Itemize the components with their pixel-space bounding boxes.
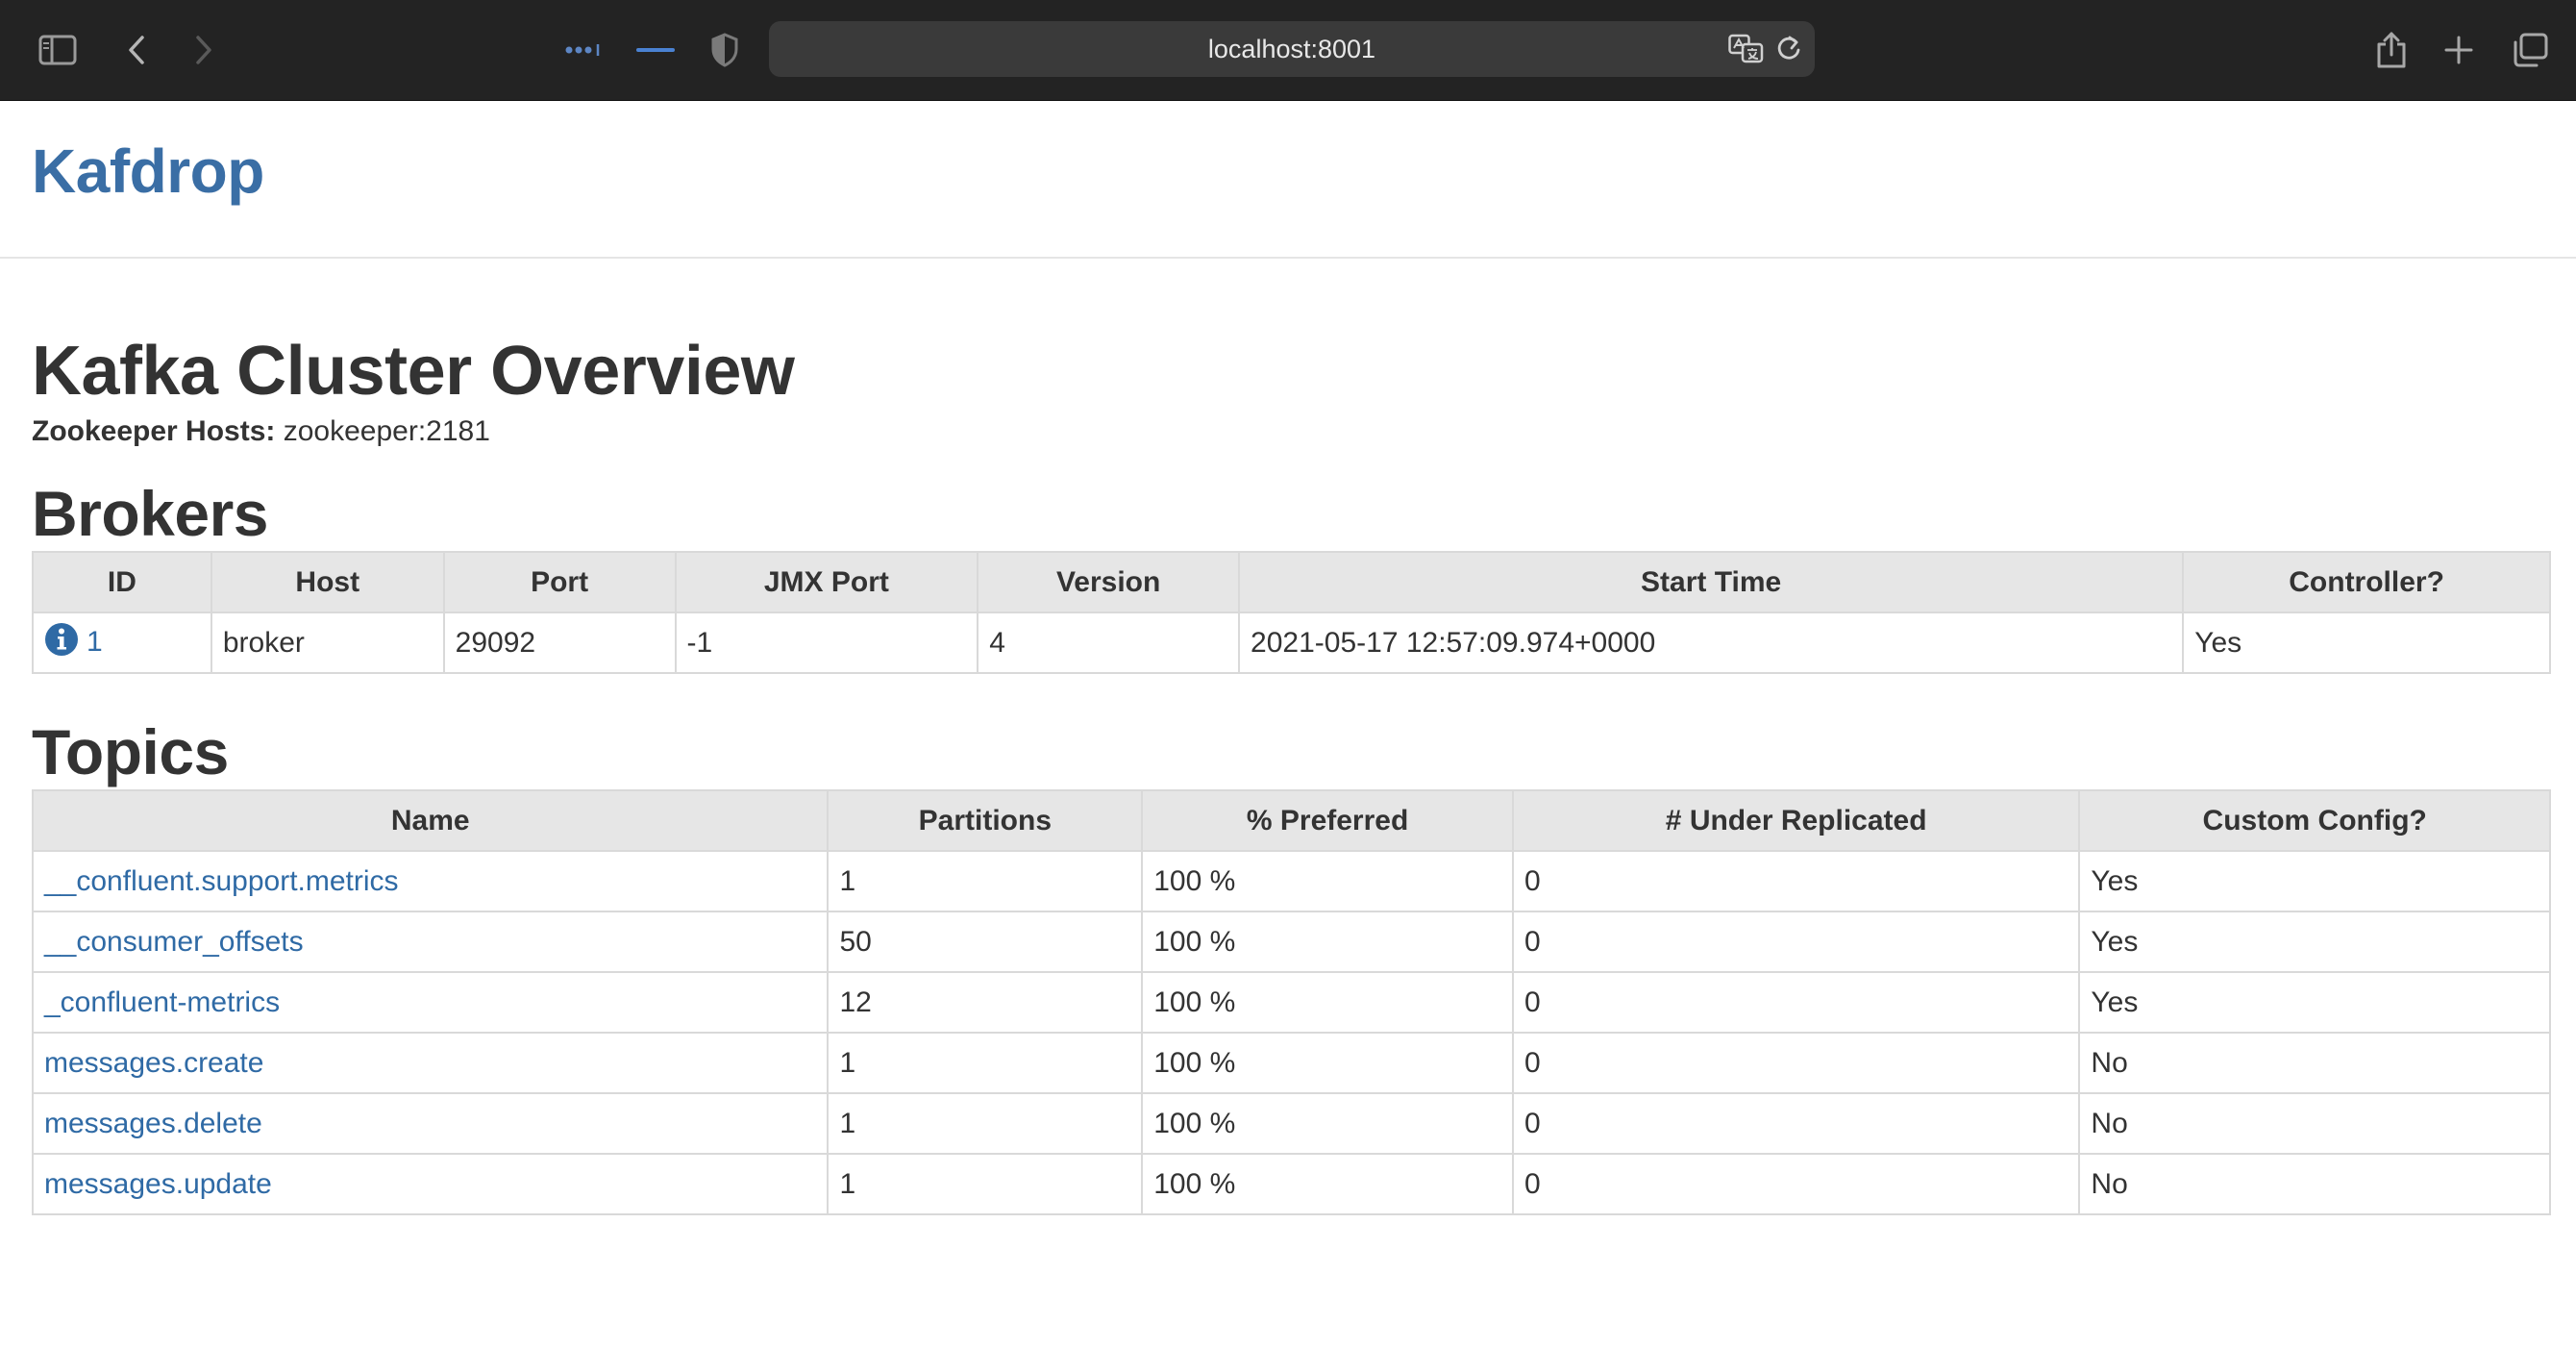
broker-row: 1 broker 29092 -1 4 2021-05-17 12:57:09.… — [32, 612, 2551, 674]
topic-partitions-cell: 1 — [827, 1032, 1144, 1094]
topic-row: messages.create 1 100 % 0 No — [31, 1032, 2551, 1094]
shield-icon[interactable] — [698, 23, 752, 77]
column-header-name: Name — [31, 789, 830, 852]
column-header-start-time: Start Time — [1238, 551, 2185, 613]
topic-name-cell: __confluent.support.metrics — [31, 850, 830, 912]
topic-custom-config-cell: Yes — [2078, 971, 2551, 1034]
topic-custom-config-cell: Yes — [2078, 911, 2551, 973]
topic-row: __consumer_offsets 50 100 % 0 Yes — [31, 911, 2551, 973]
topic-row: _confluent-metrics 12 100 % 0 Yes — [31, 971, 2551, 1034]
browser-toolbar: localhost:8001 — [0, 0, 2576, 101]
topic-custom-config-cell: Yes — [2078, 850, 2551, 912]
topic-partitions-cell: 1 — [827, 1153, 1144, 1215]
topic-under-replicated-cell: 0 — [1511, 1092, 2081, 1155]
forward-arrow-icon[interactable] — [177, 23, 231, 77]
topic-name-cell: messages.delete — [31, 1092, 830, 1155]
column-header-custom-config: Custom Config? — [2078, 789, 2551, 852]
topic-preferred-cell: 100 % — [1141, 911, 1514, 973]
topic-preferred-cell: 100 % — [1141, 971, 1514, 1034]
brokers-table: ID Host Port JMX Port Version Start Time… — [32, 551, 2551, 674]
topic-under-replicated-cell: 0 — [1511, 850, 2081, 912]
topics-header-row: Name Partitions % Preferred # Under Repl… — [31, 789, 2551, 852]
topic-under-replicated-cell: 0 — [1511, 1153, 2081, 1215]
topic-name-cell: _confluent-metrics — [31, 971, 830, 1034]
column-header-host: Host — [210, 551, 445, 613]
info-icon[interactable] — [44, 622, 79, 664]
column-header-under-replicated: # Under Replicated — [1511, 789, 2081, 852]
broker-host-cell: broker — [210, 612, 445, 674]
topic-link[interactable]: messages.delete — [44, 1108, 262, 1139]
main-content: Kafka Cluster Overview Zookeeper Hosts: … — [0, 259, 2576, 1215]
topic-preferred-cell: 100 % — [1141, 1032, 1514, 1094]
sidebar-icon[interactable] — [31, 23, 85, 77]
url-text: localhost:8001 — [1207, 35, 1376, 63]
topic-link[interactable]: __confluent.support.metrics — [44, 865, 399, 897]
topic-name-cell: __consumer_offsets — [31, 911, 830, 973]
topic-partitions-cell: 1 — [827, 850, 1144, 912]
topics-table: Name Partitions % Preferred # Under Repl… — [31, 789, 2551, 1215]
zookeeper-hosts-label: Zookeeper Hosts: — [32, 415, 276, 447]
column-header-port: Port — [442, 551, 677, 613]
broker-jmx-port-cell: -1 — [674, 612, 979, 674]
topic-partitions-cell: 12 — [827, 971, 1144, 1034]
brand-link[interactable]: Kafdrop — [32, 136, 264, 207]
zookeeper-hosts: Zookeeper Hosts: zookeeper:2181 — [32, 412, 2551, 451]
topic-link[interactable]: messages.update — [44, 1168, 272, 1200]
broker-start-time-cell: 2021-05-17 12:57:09.974+0000 — [1238, 612, 2185, 674]
topic-row: __confluent.support.metrics 1 100 % 0 Ye… — [31, 850, 2551, 912]
brokers-title: Brokers — [32, 478, 268, 549]
topic-row: messages.delete 1 100 % 0 No — [31, 1092, 2551, 1155]
tabs-icon[interactable] — [2503, 23, 2557, 77]
broker-controller-cell: Yes — [2182, 612, 2551, 674]
plus-icon[interactable] — [2432, 23, 2486, 77]
translate-icon[interactable] — [1728, 34, 1765, 68]
topic-name-cell: messages.update — [31, 1153, 830, 1215]
column-header-jmx-port: JMX Port — [674, 551, 979, 613]
topic-link[interactable]: messages.create — [44, 1047, 263, 1079]
column-header-id: ID — [32, 551, 212, 613]
address-bar[interactable]: localhost:8001 — [769, 21, 1815, 77]
app-header: Kafdrop — [0, 101, 2576, 259]
zookeeper-hosts-value: zookeeper:2181 — [283, 415, 490, 447]
broker-port-cell: 29092 — [442, 612, 677, 674]
broker-id-link[interactable]: 1 — [87, 625, 103, 657]
topic-under-replicated-cell: 0 — [1511, 911, 2081, 973]
topic-custom-config-cell: No — [2078, 1032, 2551, 1094]
topic-under-replicated-cell: 0 — [1511, 1032, 2081, 1094]
column-header-partitions: Partitions — [827, 789, 1144, 852]
topic-row: messages.update 1 100 % 0 No — [31, 1153, 2551, 1215]
broker-version-cell: 4 — [977, 612, 1241, 674]
tab-indicator-icon[interactable] — [629, 23, 682, 77]
topic-preferred-cell: 100 % — [1141, 850, 1514, 912]
column-header-version: Version — [977, 551, 1241, 613]
topic-partitions-cell: 1 — [827, 1092, 1144, 1155]
tab-overview-icon[interactable] — [557, 23, 611, 77]
column-header-controller: Controller? — [2182, 551, 2551, 613]
topic-partitions-cell: 50 — [827, 911, 1144, 973]
share-icon[interactable] — [2365, 23, 2418, 77]
topic-link[interactable]: __consumer_offsets — [44, 926, 304, 958]
topic-preferred-cell: 100 % — [1141, 1092, 1514, 1155]
reload-icon[interactable] — [1774, 34, 1803, 68]
topic-preferred-cell: 100 % — [1141, 1153, 1514, 1215]
topic-under-replicated-cell: 0 — [1511, 971, 2081, 1034]
topic-link[interactable]: _confluent-metrics — [44, 986, 280, 1018]
topic-name-cell: messages.create — [31, 1032, 830, 1094]
page-title: Kafka Cluster Overview — [32, 333, 795, 410]
topic-custom-config-cell: No — [2078, 1092, 2551, 1155]
column-header-preferred: % Preferred — [1141, 789, 1514, 852]
topic-custom-config-cell: No — [2078, 1153, 2551, 1215]
broker-id-cell: 1 — [32, 612, 212, 674]
back-arrow-icon[interactable] — [110, 23, 163, 77]
brokers-header-row: ID Host Port JMX Port Version Start Time… — [32, 551, 2551, 613]
topics-title: Topics — [32, 716, 229, 787]
